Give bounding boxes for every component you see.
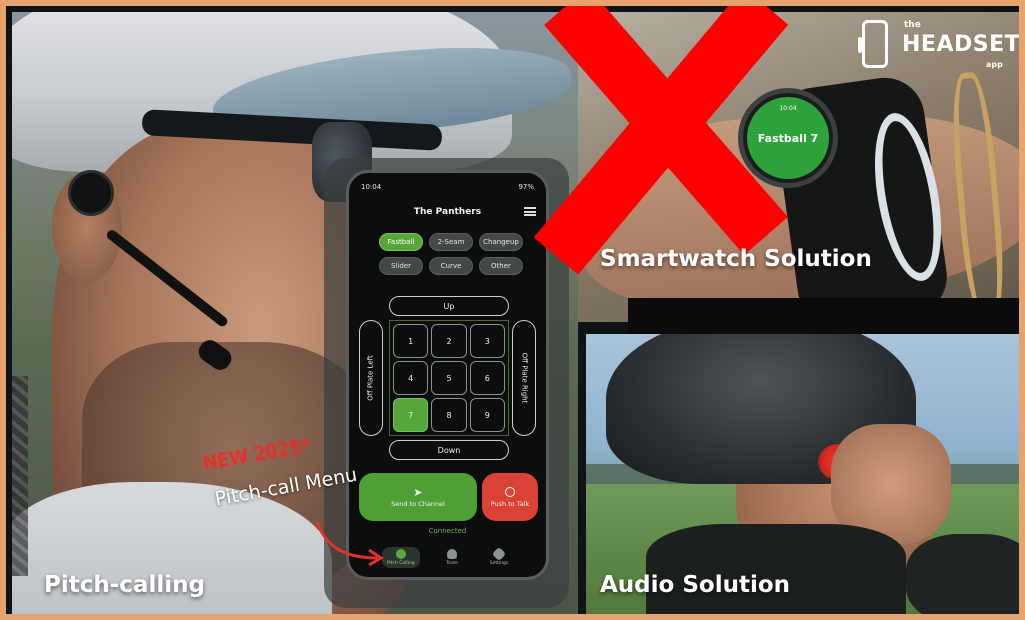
zone-up-button[interactable]: Up xyxy=(389,296,509,316)
team-title: The Panthers xyxy=(413,207,482,217)
pitch-type-grid: Fastball 2-Seam Changeup Slider Curve Ot… xyxy=(379,233,523,275)
send-label: Send to Channel xyxy=(391,499,445,508)
zone-cell-7[interactable]: 7 xyxy=(393,398,429,432)
pitch-fastball-button[interactable]: Fastball xyxy=(379,233,423,251)
pitch-2seam-button[interactable]: 2-Seam xyxy=(429,233,473,251)
pitch-other-button[interactable]: Other xyxy=(479,257,523,275)
panel-divider xyxy=(628,298,1019,334)
push-to-talk-button[interactable]: Push to Talk xyxy=(482,473,538,521)
smartwatch-caption: Smartwatch Solution xyxy=(600,246,872,272)
pitch-curve-button[interactable]: Curve xyxy=(429,257,473,275)
zone-off-plate-right-button[interactable]: Off Plate Right xyxy=(512,320,536,436)
talk-label: Push to Talk xyxy=(490,499,530,508)
nav-team[interactable]: Team xyxy=(441,547,463,568)
send-to-channel-button[interactable]: ➤ Send to Channel xyxy=(359,473,477,521)
baseball-icon xyxy=(395,548,406,559)
zone-cell-9[interactable]: 9 xyxy=(469,398,505,432)
zone-cell-5[interactable]: 5 xyxy=(431,361,467,395)
audio-solution-caption: Audio Solution xyxy=(600,572,791,598)
nav-team-label: Team xyxy=(446,560,459,566)
strike-zone-grid: 1 2 3 4 5 6 7 8 9 xyxy=(389,320,509,436)
gear-icon xyxy=(491,546,507,561)
red-cross-icon xyxy=(533,6,789,275)
pitch-slider-button[interactable]: Slider xyxy=(379,257,423,275)
bottom-nav: Pitch Calling Team Settings xyxy=(371,543,524,571)
zone-right-label: Off Plate Right xyxy=(520,352,529,404)
phone-logo-icon xyxy=(858,20,888,68)
arrow-icon xyxy=(315,521,384,567)
headset-earbud xyxy=(68,170,114,216)
status-time: 10:04 xyxy=(361,183,382,191)
pitch-changeup-button[interactable]: Changeup xyxy=(479,233,523,251)
people-icon xyxy=(447,548,458,559)
pitch-calling-caption: Pitch-calling xyxy=(44,572,205,598)
zone-cell-2[interactable]: 2 xyxy=(431,324,467,358)
image-frame: 10:04 97% The Panthers Fastball 2-Seam C… xyxy=(0,0,1025,620)
zone-cell-3[interactable]: 3 xyxy=(469,324,505,358)
zone-cell-1[interactable]: 1 xyxy=(393,324,429,358)
nav-settings[interactable]: Settings xyxy=(485,546,513,568)
nav-settings-label: Settings xyxy=(489,560,509,566)
talk-circle-icon xyxy=(505,486,515,497)
zone-cell-8[interactable]: 8 xyxy=(431,398,467,432)
zone-cell-4[interactable]: 4 xyxy=(393,361,429,395)
zone-left-label: Off Plate Left xyxy=(367,355,375,401)
logo-headset: HEADSET xyxy=(902,32,1021,57)
headset-app-logo: the HEADSET app xyxy=(858,18,1019,78)
logo-the: the xyxy=(904,20,921,30)
zone-cell-6[interactable]: 6 xyxy=(469,361,505,395)
equipment-edge xyxy=(12,376,28,576)
logo-app: app xyxy=(986,60,1003,69)
send-icon: ➤ xyxy=(413,485,423,499)
zone-off-plate-left-button[interactable]: Off Plate Left xyxy=(359,320,383,436)
status-bar: 10:04 97% xyxy=(361,183,534,195)
zone-down-button[interactable]: Down xyxy=(389,440,509,460)
sleeve xyxy=(906,534,1019,614)
